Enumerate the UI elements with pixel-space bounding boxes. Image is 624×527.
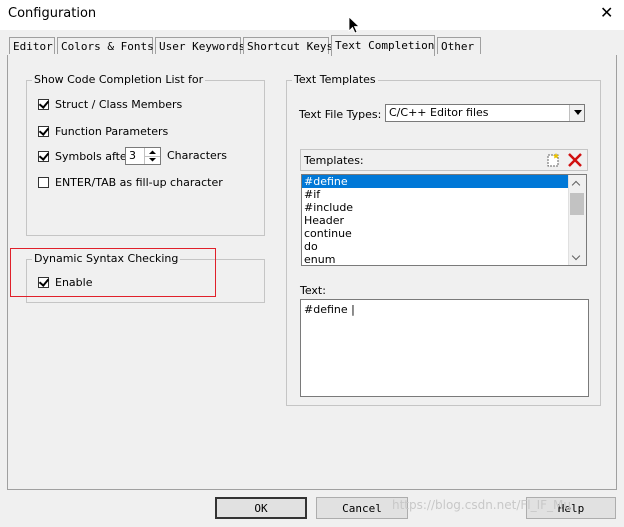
highlight-box bbox=[10, 248, 216, 297]
scroll-down-icon[interactable] bbox=[569, 249, 585, 265]
symbols-after-checkbox[interactable] bbox=[38, 150, 49, 162]
struct-class-members-checkbox[interactable] bbox=[38, 98, 49, 110]
text-label: Text: bbox=[300, 284, 326, 297]
window-title: Configuration bbox=[8, 6, 97, 21]
function-parameters-checkbox[interactable] bbox=[38, 125, 49, 137]
characters-label: Characters bbox=[167, 149, 228, 162]
close-icon[interactable]: ✕ bbox=[600, 3, 613, 22]
list-item[interactable]: continue bbox=[302, 227, 586, 240]
enter-tab-fillup-option[interactable]: ENTER/TAB as fill-up character bbox=[38, 174, 223, 190]
scroll-thumb[interactable] bbox=[570, 193, 584, 215]
symbols-after-option[interactable]: Symbols after bbox=[38, 148, 131, 164]
list-item[interactable]: Header bbox=[302, 214, 586, 227]
function-parameters-option[interactable]: Function Parameters bbox=[38, 123, 168, 139]
templates-label: Templates: bbox=[304, 154, 364, 167]
new-template-icon[interactable] bbox=[545, 152, 561, 171]
tab-colors-fonts[interactable]: Colors & Fonts bbox=[57, 37, 154, 54]
delete-template-icon[interactable] bbox=[567, 152, 583, 171]
enter-tab-fillup-label: ENTER/TAB as fill-up character bbox=[55, 175, 223, 189]
stepper-down-icon[interactable] bbox=[144, 156, 160, 164]
symbols-after-label: Symbols after bbox=[55, 149, 132, 163]
function-parameters-label: Function Parameters bbox=[55, 124, 169, 138]
list-item[interactable]: enum bbox=[302, 253, 586, 265]
file-types-label: Text File Types: bbox=[299, 108, 382, 121]
struct-class-members-option[interactable]: Struct / Class Members bbox=[38, 96, 182, 112]
templates-list[interactable]: #define #if #include Header continue do … bbox=[301, 174, 587, 266]
tab-other[interactable]: Other bbox=[437, 37, 481, 54]
code-completion-group-title: Show Code Completion List for bbox=[32, 73, 206, 86]
chevron-down-icon[interactable] bbox=[569, 105, 584, 121]
file-types-value: C/C++ Editor files bbox=[389, 106, 489, 119]
template-text-value[interactable]: #define | bbox=[304, 303, 355, 316]
file-types-dropdown[interactable]: C/C++ Editor files bbox=[385, 104, 585, 122]
tab-editor[interactable]: Editor bbox=[9, 37, 55, 54]
symbols-count-value[interactable]: 3 bbox=[129, 149, 136, 162]
ok-button[interactable]: OK bbox=[215, 497, 307, 519]
templates-scrollbar[interactable] bbox=[568, 175, 586, 265]
list-item[interactable]: do bbox=[302, 240, 586, 253]
tab-text-completion[interactable]: Text Completion bbox=[331, 35, 435, 56]
scroll-up-icon[interactable] bbox=[569, 175, 585, 191]
list-item[interactable]: #if bbox=[302, 188, 586, 201]
mouse-cursor-icon bbox=[348, 16, 361, 37]
list-item[interactable]: #include bbox=[302, 201, 586, 214]
template-text-area[interactable]: #define | bbox=[300, 299, 589, 397]
watermark-text: https://blog.csdn.net/Fl_IF_Mu bbox=[392, 498, 571, 512]
tab-user-keywords[interactable]: User Keywords bbox=[155, 37, 245, 54]
struct-class-members-label: Struct / Class Members bbox=[55, 97, 183, 111]
tab-shortcut-keys[interactable]: Shortcut Keys bbox=[243, 37, 333, 54]
enter-tab-fillup-checkbox[interactable] bbox=[38, 176, 49, 188]
list-item[interactable]: #define bbox=[302, 175, 569, 188]
text-templates-group-title: Text Templates bbox=[292, 73, 378, 86]
symbols-count-stepper[interactable]: 3 bbox=[125, 147, 161, 165]
